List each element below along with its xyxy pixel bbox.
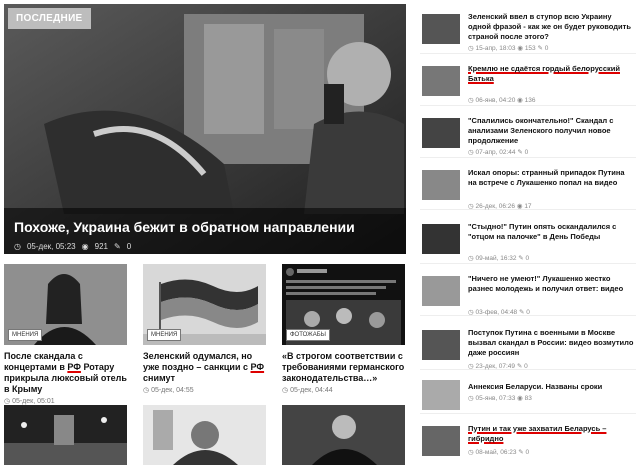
article-thumbnail[interactable]	[282, 405, 405, 465]
latest-tag: ПОСЛЕДНИЕ	[8, 8, 91, 29]
eye-icon: ◉	[81, 242, 89, 251]
article-card[interactable]: МНЕНИЯ После скандала с концертами в РФ …	[4, 264, 127, 405]
sidebar-title[interactable]: Искал опоры: странный припадок Путина на…	[468, 168, 634, 188]
sidebar-thumbnail[interactable]	[422, 380, 460, 410]
card-title[interactable]: После скандала с концертами в РФ Ротару …	[4, 351, 127, 395]
card-thumbnail[interactable]: ФОТОЖАБЫ	[282, 264, 405, 345]
sidebar-title[interactable]: Аннексия Беларуси. Названы сроки	[468, 382, 634, 392]
category-badge[interactable]: МНЕНИЯ	[147, 329, 182, 341]
sidebar-thumbnail[interactable]	[422, 276, 460, 306]
sidebar-title-text[interactable]: Кремлю не сдаётся гордый белорусский Бат…	[468, 64, 620, 83]
sidebar-item[interactable]: Путин и так уже захватил Беларусь – гибр…	[420, 416, 636, 464]
featured-date: 05-дек, 05:23	[26, 242, 76, 251]
sidebar-item[interactable]: Поступок Путина с военными в Москве вызв…	[420, 320, 636, 370]
card-meta: ◷ 05-дек, 04:55	[143, 387, 194, 394]
sidebar-thumbnail[interactable]	[422, 224, 460, 254]
comment-icon: ✎	[113, 242, 121, 251]
card-title[interactable]: «В строгом соответствии с требованиями г…	[282, 351, 405, 384]
sidebar-title[interactable]: Кремлю не сдаётся гордый белорусский Бат…	[468, 64, 634, 84]
article-thumbnail[interactable]	[4, 405, 127, 465]
sidebar-title[interactable]: "Стыдно!" Путин опять оскандалился с "от…	[468, 222, 634, 242]
sidebar-meta: ◷ 07-апр, 02:44 ✎ 0	[468, 149, 529, 156]
sidebar-item[interactable]: Искал опоры: странный припадок Путина на…	[420, 160, 636, 210]
sidebar-meta: ◷ 26-дек, 06:26 ◉ 17	[468, 203, 532, 210]
sidebar-title[interactable]: Путин и так уже захватил Беларусь – гибр…	[468, 424, 634, 444]
sidebar-thumbnail[interactable]	[422, 170, 460, 200]
featured-article[interactable]: ПОСЛЕДНИЕ Похоже, Украина бежит в обратн…	[4, 4, 406, 254]
sidebar-title[interactable]: Зеленский ввел в ступор всю Украину одно…	[468, 12, 634, 42]
clock-icon: ◷	[14, 242, 21, 251]
sidebar-thumbnail[interactable]	[422, 66, 460, 96]
card-thumbnail[interactable]: МНЕНИЯ	[4, 264, 127, 345]
sidebar-meta: ◷ 05-янв, 07:33 ◉ 83	[468, 395, 532, 402]
sidebar-item[interactable]: "Стыдно!" Путин опять оскандалился с "от…	[420, 214, 636, 264]
sidebar-title[interactable]: Поступок Путина с военными в Москве вызв…	[468, 328, 634, 358]
category-badge[interactable]: МНЕНИЯ	[8, 329, 43, 341]
card-thumbnail[interactable]: МНЕНИЯ	[143, 264, 266, 345]
sidebar-title[interactable]: "Спалились окончательно!" Скандал с анал…	[468, 116, 634, 146]
featured-views: 921	[94, 242, 108, 251]
sidebar-meta: ◷ 15-апр, 18:03 ◉ 153 ✎ 0	[468, 45, 549, 52]
card-title[interactable]: Зеленский одумался, но уже поздно – санк…	[143, 351, 266, 384]
article-thumbnail[interactable]	[143, 405, 266, 465]
card-photo	[4, 405, 127, 465]
article-card[interactable]: ФОТОЖАБЫ «В строгом соответствии с требо…	[282, 264, 405, 394]
sidebar-title-text[interactable]: Путин и так уже захватил Беларусь – гибр…	[468, 424, 606, 443]
sidebar-meta: ◷ 06-янв, 04:20 ◉ 136	[468, 97, 536, 104]
category-badge[interactable]: ФОТОЖАБЫ	[286, 329, 330, 341]
sidebar-thumbnail[interactable]	[422, 14, 460, 44]
sidebar-thumbnail[interactable]	[422, 330, 460, 360]
card-meta: ◷ 05-дек, 04:44	[282, 387, 333, 394]
sidebar-item[interactable]: Аннексия Беларуси. Названы сроки ◷ 05-ян…	[420, 374, 636, 414]
featured-comments: 0	[126, 242, 132, 251]
sidebar-thumbnail[interactable]	[422, 426, 460, 456]
sidebar-item[interactable]: "Ничего не умеют!" Лукашенко жестко разн…	[420, 266, 636, 316]
sidebar-item[interactable]: Зеленский ввел в ступор всю Украину одно…	[420, 4, 636, 54]
sidebar-meta: ◷ 23-дек, 07:49 ✎ 0	[468, 363, 528, 370]
featured-meta: ◷ 05-дек, 05:23 ◉ 921 ✎ 0	[14, 242, 131, 251]
sidebar-meta: ◷ 03-фев, 04:48 ✎ 0	[468, 309, 530, 316]
sidebar-item[interactable]: Кремлю не сдаётся гордый белорусский Бат…	[420, 56, 636, 106]
article-card[interactable]: МНЕНИЯ Зеленский одумался, но уже поздно…	[143, 264, 266, 394]
sidebar-title[interactable]: "Ничего не умеют!" Лукашенко жестко разн…	[468, 274, 634, 294]
sidebar-item[interactable]: "Спалились окончательно!" Скандал с анал…	[420, 108, 636, 158]
card-meta: ◷ 05-дек, 05:01	[4, 398, 55, 405]
sidebar-meta: ◷ 09-май, 16:32 ✎ 0	[468, 255, 530, 262]
sidebar-thumbnail[interactable]	[422, 118, 460, 148]
sidebar-meta: ◷ 08-май, 06:23 ✎ 0	[468, 449, 530, 456]
featured-title[interactable]: Похоже, Украина бежит в обратном направл…	[14, 219, 355, 235]
card-photo	[282, 405, 405, 465]
card-photo	[143, 405, 266, 465]
